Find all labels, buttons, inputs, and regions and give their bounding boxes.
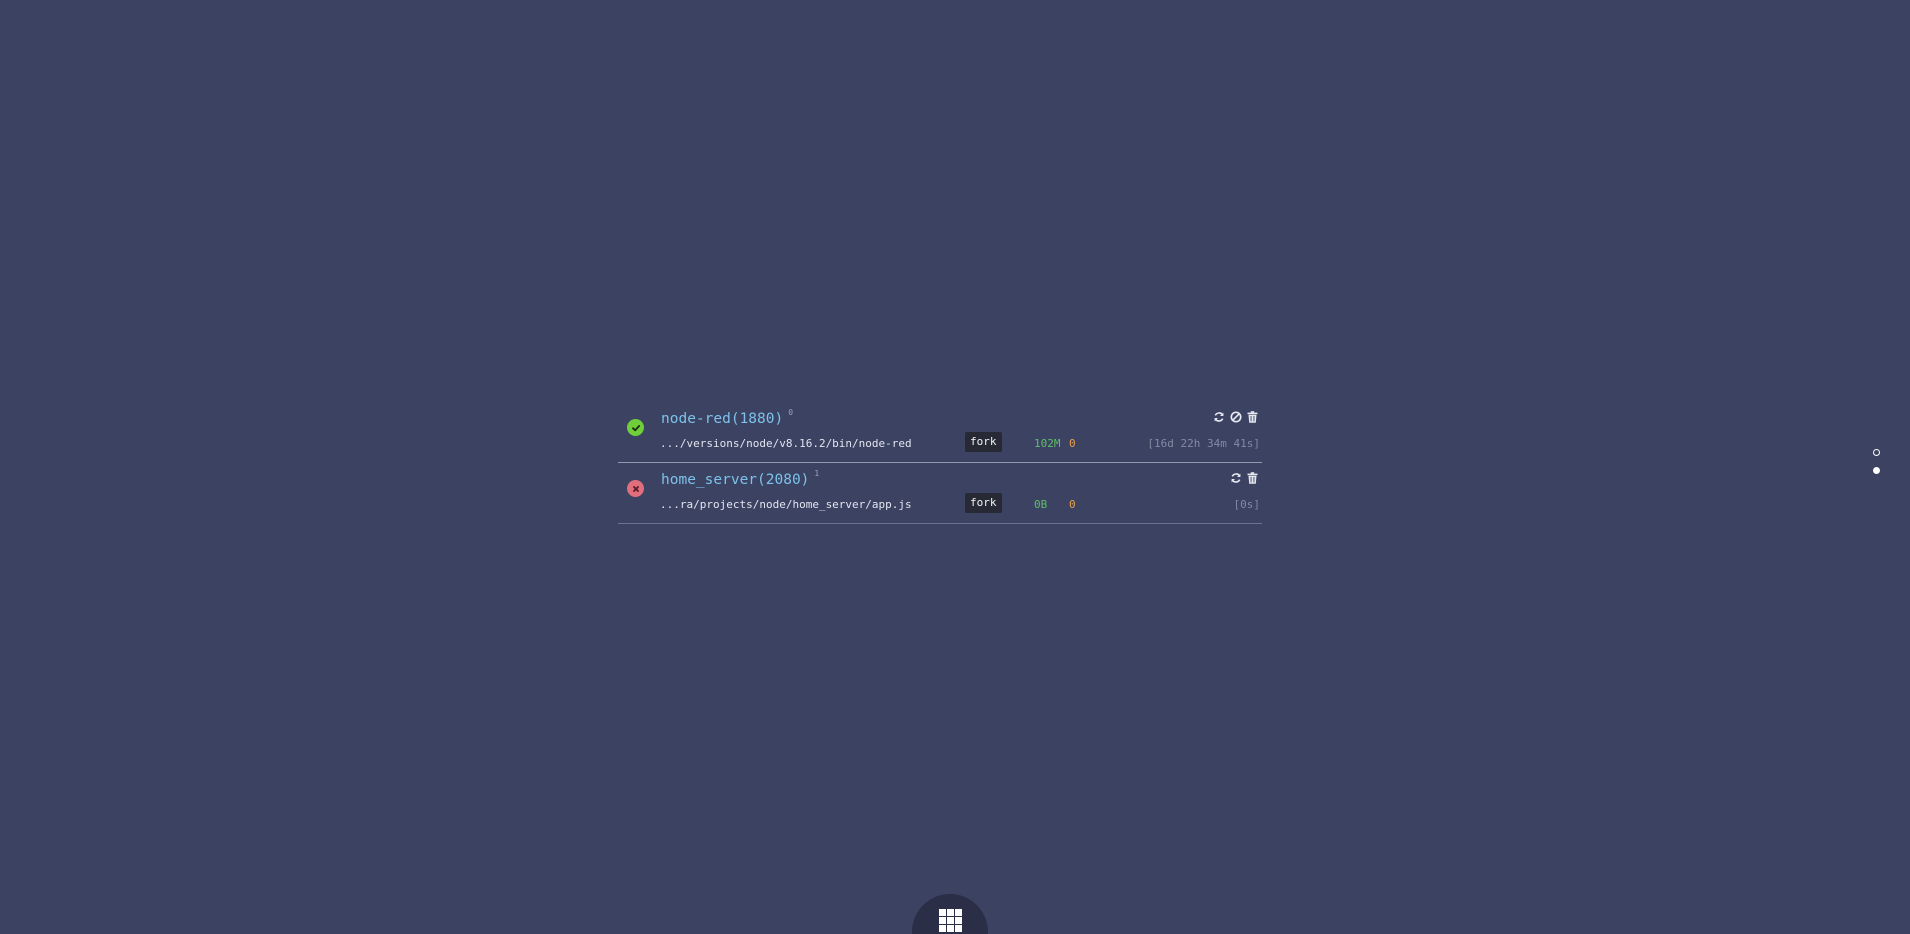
process-title: home_server(2080) 1 bbox=[661, 469, 819, 488]
restart-count: 0 bbox=[788, 408, 794, 417]
launcher-button[interactable] bbox=[912, 894, 988, 934]
pager-dot-2[interactable] bbox=[1873, 467, 1880, 474]
process-name[interactable]: node-red(1880) bbox=[661, 411, 783, 427]
restart-count: 1 bbox=[814, 469, 820, 478]
pager-dot-1[interactable] bbox=[1873, 449, 1880, 456]
exec-mode-badge: fork bbox=[965, 432, 1002, 452]
process-name[interactable]: home_server(2080) bbox=[661, 472, 809, 488]
process-actions bbox=[1212, 410, 1259, 423]
process-title: node-red(1880) 0 bbox=[661, 408, 793, 427]
page-indicator bbox=[1873, 449, 1880, 474]
process-row-node-red: node-red(1880) 0 .../versions/node/v8.16.… bbox=[618, 402, 1262, 463]
pm2-dashboard: node-red(1880) 0 .../versions/node/v8.16.… bbox=[0, 0, 1910, 934]
status-errored-x-icon bbox=[627, 480, 644, 497]
process-path: .../versions/node/v8.16.2/bin/node-red bbox=[660, 437, 912, 450]
status-online-check-icon bbox=[627, 419, 644, 436]
process-actions bbox=[1229, 471, 1259, 484]
delete-icon[interactable] bbox=[1246, 471, 1259, 484]
memory-usage: 0B bbox=[1034, 498, 1048, 511]
grid-icon bbox=[938, 909, 962, 934]
stop-icon[interactable] bbox=[1229, 410, 1242, 423]
cpu-usage: 0 bbox=[1069, 498, 1076, 511]
cpu-usage: 0 bbox=[1069, 437, 1076, 450]
process-path: ...ra/projects/node/home_server/app.js bbox=[660, 498, 912, 511]
exec-mode-badge: fork bbox=[965, 493, 1002, 513]
restart-icon[interactable] bbox=[1229, 471, 1242, 484]
memory-usage: 102M bbox=[1034, 437, 1061, 450]
delete-icon[interactable] bbox=[1246, 410, 1259, 423]
uptime: [16d 22h 34m 41s] bbox=[1147, 437, 1260, 450]
process-list: node-red(1880) 0 .../versions/node/v8.16.… bbox=[618, 402, 1262, 524]
uptime: [0s] bbox=[1233, 498, 1261, 511]
process-row-home-server: home_server(2080) 1 ...ra/projects/node/h… bbox=[618, 463, 1262, 524]
restart-icon[interactable] bbox=[1212, 410, 1225, 423]
